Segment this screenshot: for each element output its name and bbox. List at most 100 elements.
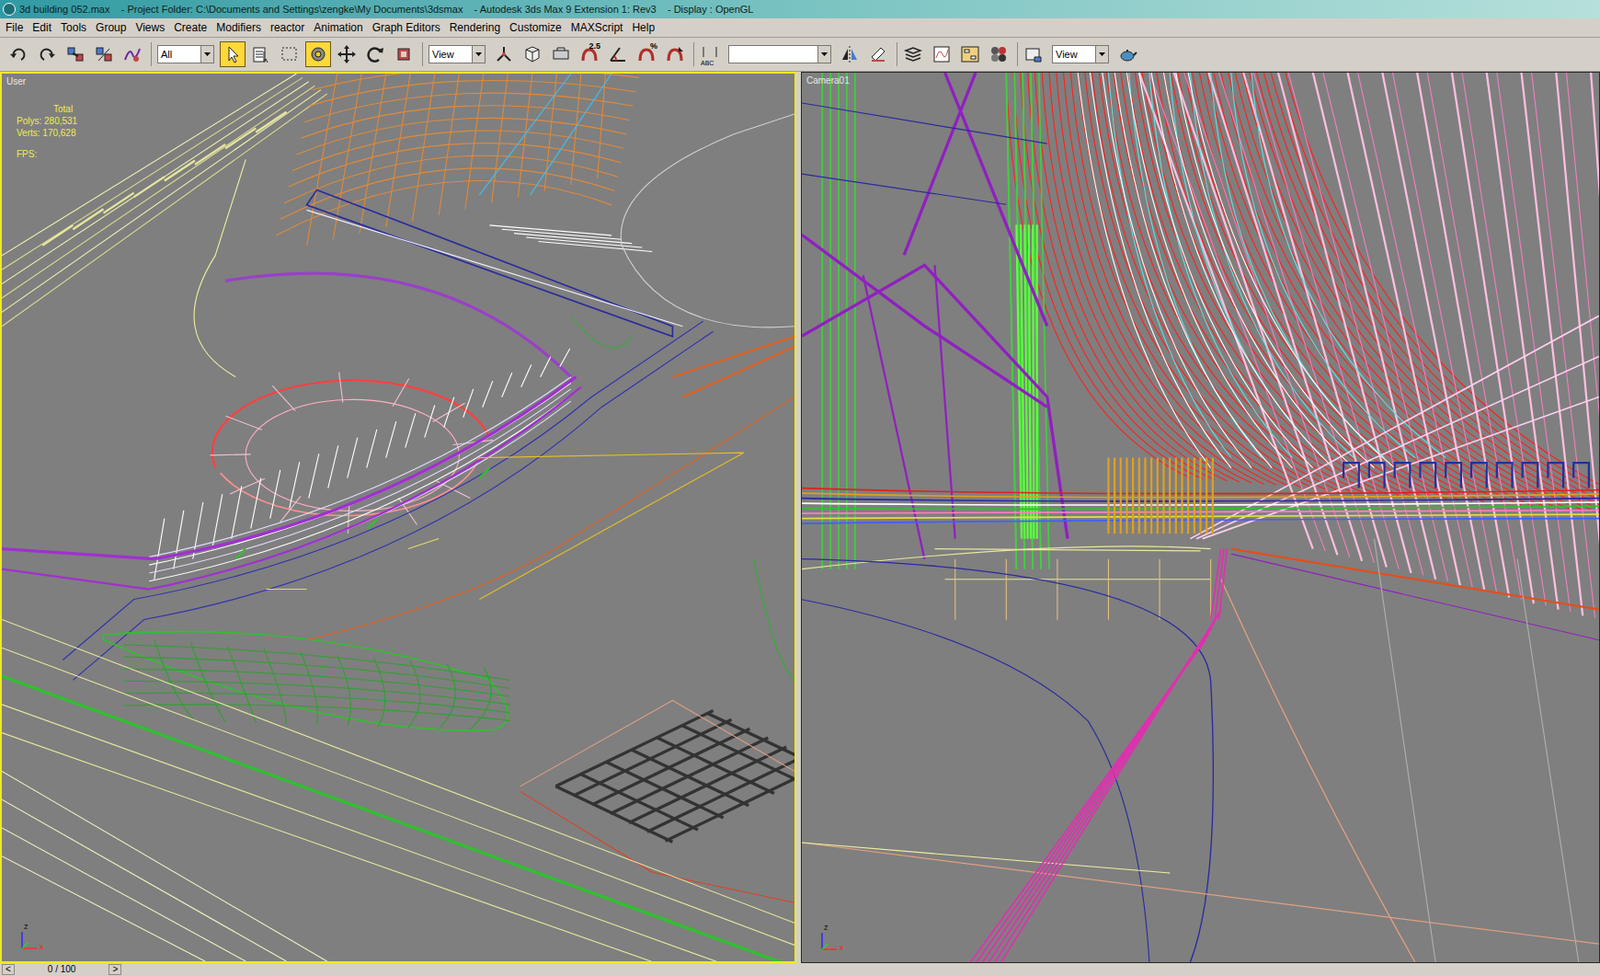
toolbar-separator xyxy=(896,42,898,67)
viewport-label[interactable]: Camera01 xyxy=(806,76,850,86)
dropdown-value: View xyxy=(432,49,455,60)
quick-render-icon xyxy=(1117,44,1138,65)
schematic-view-icon xyxy=(960,44,981,65)
arrow-down-icon xyxy=(204,52,211,57)
menu-item[interactable]: Animation xyxy=(313,22,363,34)
keyboard-override-button[interactable] xyxy=(548,41,574,68)
toolbar-separator xyxy=(1017,42,1018,67)
viewport[interactable]: Camera01zx xyxy=(800,71,1600,963)
pivot-center-button[interactable] xyxy=(491,41,517,68)
scale-icon xyxy=(393,44,414,65)
menu-item[interactable]: Help xyxy=(631,22,655,34)
rectangle-region-button[interactable] xyxy=(276,41,303,68)
angle-snap-icon xyxy=(607,44,629,65)
keyboard-override-icon xyxy=(550,44,572,65)
viewport-area: UserTotalPolys: 280,531Verts: 170,628FPS… xyxy=(0,71,1600,963)
unlink-icon xyxy=(93,44,115,65)
snaps-toggle-button[interactable]: 2.5 xyxy=(576,41,603,68)
toolbar-separator xyxy=(422,42,423,67)
scale-button[interactable] xyxy=(390,41,417,68)
render-scene-button[interactable] xyxy=(1020,41,1047,68)
menu-item[interactable]: Group xyxy=(95,22,126,34)
menu-item[interactable]: MAXScript xyxy=(571,22,624,34)
menu-item[interactable]: Modifiers xyxy=(216,22,262,34)
dropdown-arrow-icon[interactable] xyxy=(817,45,831,63)
percent-snap-button[interactable]: % xyxy=(633,41,660,68)
select-object-icon xyxy=(222,44,243,65)
stat-polys: Polys: 280,531 xyxy=(16,116,78,126)
menu-item[interactable]: Rendering xyxy=(449,22,501,34)
stat-title: Total xyxy=(16,104,78,115)
spinner-snap-icon xyxy=(664,44,686,65)
dropdown-arrow-icon[interactable] xyxy=(471,45,485,63)
spinner-snap-button[interactable] xyxy=(662,41,688,68)
bind-space-warp-button[interactable] xyxy=(119,41,146,68)
axis-label: z xyxy=(823,923,829,932)
window-crossing-icon xyxy=(308,44,329,65)
align-button[interactable] xyxy=(865,41,892,68)
unlink-button[interactable] xyxy=(91,41,117,68)
move-button[interactable] xyxy=(333,41,360,68)
menu-item[interactable]: Customize xyxy=(509,22,562,34)
reference-coordinate-dropdown[interactable]: View xyxy=(428,45,486,64)
render-scene-icon xyxy=(1023,44,1044,65)
selection-filter-dropdown[interactable]: All xyxy=(157,45,215,64)
dropdown-value: All xyxy=(160,49,172,60)
viewport-label[interactable]: User xyxy=(6,77,26,87)
axis-label: x xyxy=(839,943,845,952)
manipulate-icon xyxy=(522,44,543,65)
material-editor-button[interactable] xyxy=(985,41,1012,68)
quick-render-button[interactable] xyxy=(1114,41,1141,68)
arrow-down-icon xyxy=(475,52,482,57)
arrow-down-icon xyxy=(1098,52,1106,57)
select-link-button[interactable] xyxy=(62,41,89,68)
toolbar-separator xyxy=(150,42,152,67)
edit-named-selections-button[interactable]: ABC xyxy=(697,41,723,68)
window-title: 3d building 052.max - Project Folder: C:… xyxy=(19,4,755,15)
wireframe-scene xyxy=(1,73,795,961)
menu-item[interactable]: Views xyxy=(135,22,165,34)
undo-button[interactable] xyxy=(5,41,32,68)
stat-verts: Verts: 170,628 xyxy=(16,128,78,138)
menu-item[interactable]: Edit xyxy=(32,22,52,34)
window-crossing-button[interactable] xyxy=(305,41,332,68)
redo-button[interactable] xyxy=(34,41,60,68)
select-by-name-button[interactable] xyxy=(248,41,275,68)
select-link-icon xyxy=(65,44,86,65)
button-label: % xyxy=(650,42,658,51)
angle-snap-button[interactable] xyxy=(605,41,631,68)
menu-item[interactable]: Tools xyxy=(60,22,87,34)
bind-space-warp-icon xyxy=(122,44,143,65)
render-type-dropdown[interactable]: View xyxy=(1051,45,1109,64)
pivot-center-icon xyxy=(493,44,515,65)
previous-frame-button[interactable]: < xyxy=(1,963,15,975)
curve-editor-button[interactable] xyxy=(928,41,955,68)
move-icon xyxy=(336,44,357,65)
schematic-view-button[interactable] xyxy=(957,41,983,68)
menu-item[interactable]: Graph Editors xyxy=(372,22,441,34)
menu-item[interactable]: File xyxy=(5,22,23,34)
select-by-name-icon xyxy=(251,44,272,65)
axis-tripod-icon: zx xyxy=(814,923,852,955)
mirror-icon xyxy=(839,44,860,65)
mirror-button[interactable] xyxy=(836,41,863,68)
redo-icon xyxy=(36,44,58,65)
axis-label: x xyxy=(39,942,45,951)
title-bar: 3d building 052.max - Project Folder: C:… xyxy=(0,0,1600,19)
dropdown-arrow-icon[interactable] xyxy=(1095,45,1109,63)
viewport[interactable]: UserTotalPolys: 280,531Verts: 170,628FPS… xyxy=(0,71,797,963)
menu-item[interactable]: Create xyxy=(173,22,207,34)
layer-manager-button[interactable] xyxy=(900,41,926,68)
time-slider[interactable]: <0 / 100 > xyxy=(0,962,1600,976)
menu-item[interactable]: reactor xyxy=(270,22,305,34)
app-window: 3d building 052.max - Project Folder: C:… xyxy=(0,0,1600,976)
select-object-button[interactable] xyxy=(219,41,246,68)
next-frame-button[interactable]: > xyxy=(108,963,122,975)
frame-counter: 0 / 100 xyxy=(20,964,104,974)
dropdown-arrow-icon[interactable] xyxy=(200,45,214,63)
toolbar-separator xyxy=(693,42,695,67)
rotate-button[interactable] xyxy=(362,41,389,68)
rectangle-region-icon xyxy=(279,44,300,65)
manipulate-button[interactable] xyxy=(519,41,546,68)
named-selection-sets-dropdown[interactable] xyxy=(728,45,832,64)
